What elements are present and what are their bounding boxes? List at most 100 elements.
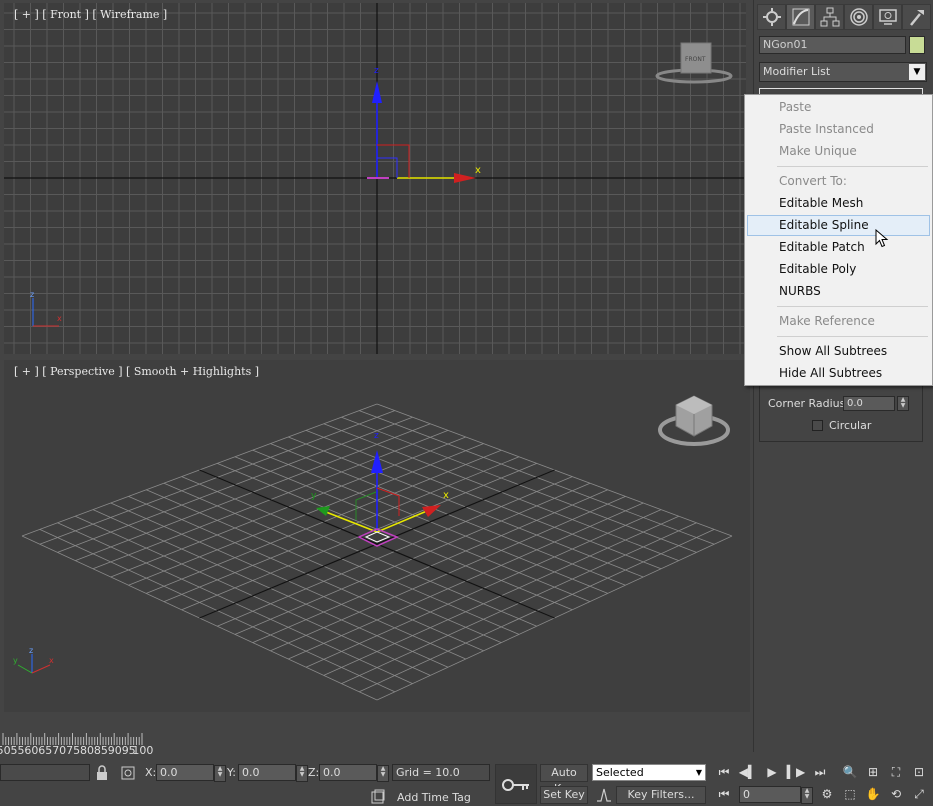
modifier-list-label: Modifier List (763, 65, 831, 78)
modify-tab[interactable] (786, 4, 815, 30)
menu-item-make-unique[interactable]: Make Unique (747, 141, 930, 162)
utilities-icon (909, 10, 924, 26)
timeline-tick-label: 65 (38, 744, 53, 757)
previous-frame-icon: ◀▍ (738, 765, 758, 779)
menu-separator (777, 166, 928, 167)
menu-item-editable-poly[interactable]: Editable Poly (747, 259, 930, 280)
modifier-list-dropdown[interactable]: Modifier List ▼ (759, 62, 927, 82)
menu-item-editable-patch[interactable]: Editable Patch (747, 237, 930, 258)
key-mode-icon: ⏮ (718, 786, 730, 801)
front-grid: x z z x FRONT (4, 3, 746, 354)
orbit-button[interactable]: ⟲ (886, 785, 906, 803)
parameters-rollout (759, 380, 923, 442)
next-frame-button[interactable]: ▍▶ (786, 763, 806, 781)
pan-button[interactable]: ✋ (863, 785, 883, 803)
command-panel-tabs (757, 4, 931, 30)
maximize-viewport-button[interactable]: ⤢ (909, 785, 929, 803)
menu-item-editable-spline[interactable]: Editable Spline (747, 215, 930, 236)
zoom-icon: 🔍 (842, 765, 858, 779)
hierarchy-tab[interactable] (815, 4, 844, 30)
orbit-icon: ⟲ (890, 787, 902, 801)
go-to-start-button[interactable]: ⏮ (714, 763, 734, 781)
absolute-mode-button[interactable] (118, 764, 138, 782)
auto-key-button[interactable]: Auto Key (540, 764, 588, 795)
menu-item-hide-all-subtrees[interactable]: Hide All Subtrees (747, 363, 930, 384)
x-coord-label: X: (145, 766, 157, 779)
zoom-region-button[interactable]: ⬚ (840, 785, 860, 803)
zoom-extents-all-button[interactable]: ⊡ (909, 763, 929, 781)
corner-radius-spinner[interactable]: ▲ ▼ (897, 396, 909, 411)
prompt-line (0, 764, 90, 781)
zoom-extents-icon: ⛶ (891, 764, 901, 779)
key-filters-button[interactable]: Key Filters... (616, 786, 706, 804)
timeline-tick-label: 70 (52, 744, 67, 757)
perspective-viewport[interactable]: x y z z y x [ + ] [ Perspective ] [ Smoo… (4, 360, 750, 712)
menu-item-make-reference[interactable]: Make Reference (747, 311, 930, 332)
grid-size-display: Grid = 10.0 (392, 764, 490, 781)
menu-separator (777, 306, 928, 307)
next-frame-icon: ▍▶ (786, 765, 806, 779)
motion-tab[interactable] (844, 4, 873, 30)
circular-checkbox[interactable] (812, 420, 823, 431)
viewcube-face-label: FRONT (685, 56, 706, 63)
zoom-all-button[interactable]: ⊞ (863, 763, 883, 781)
utilities-tab[interactable] (902, 4, 931, 30)
persp-gizmo-y-label: y (311, 491, 317, 501)
create-tab[interactable] (757, 4, 786, 30)
add-time-tag-label[interactable]: Add Time Tag (397, 791, 471, 804)
x-coord-spinner[interactable]: ▲ ▼ (214, 765, 226, 782)
menu-item-nurbs[interactable]: NURBS (747, 281, 930, 302)
key-mode-value: Selected (596, 766, 644, 779)
display-icon (878, 9, 897, 25)
set-key-big-button[interactable] (495, 764, 537, 804)
y-coord-label: Y: (227, 766, 236, 779)
time-tag-button[interactable] (368, 788, 388, 806)
lock-selection-button[interactable] (92, 764, 112, 782)
time-tag-icon (371, 789, 385, 804)
perspective-viewport-label[interactable]: [ + ] [ Perspective ] [ Smooth + Highlig… (14, 365, 259, 378)
timeline-tick-label: 60 (24, 744, 39, 757)
zoom-all-icon: ⊞ (867, 765, 879, 779)
menu-item-paste[interactable]: Paste (747, 97, 930, 118)
front-viewport-label[interactable]: [ + ] [ Front ] [ Wireframe ] (14, 8, 167, 21)
chevron-down-icon: ▼ (909, 64, 925, 80)
y-coord-field[interactable]: 0.0 (238, 764, 296, 781)
maximize-icon: ⤢ (914, 786, 924, 801)
menu-item-paste-instanced[interactable]: Paste Instanced (747, 119, 930, 140)
timeline-tick-label: 100 (132, 744, 154, 757)
display-tab[interactable] (873, 4, 902, 30)
object-name-field[interactable]: NGon01 (759, 36, 906, 54)
create-icon (762, 8, 781, 26)
menu-heading-convert-to: Convert To: (779, 174, 847, 188)
z-coord-label: Z: (308, 766, 320, 779)
z-coord-spinner[interactable]: ▲ ▼ (377, 765, 389, 782)
persp-gizmo-z-label: z (374, 431, 379, 441)
play-icon: ▶ (767, 765, 777, 779)
object-color-swatch[interactable] (909, 36, 925, 54)
current-frame-spinner[interactable]: ▲ ▼ (801, 787, 813, 804)
play-button[interactable]: ▶ (762, 763, 782, 781)
curve-button[interactable] (594, 786, 614, 804)
x-coord-field[interactable]: 0.0 (156, 764, 214, 781)
corner-radius-input[interactable]: 0.0 (843, 396, 895, 411)
menu-separator (777, 336, 928, 337)
current-frame-field[interactable]: 0 (739, 786, 801, 803)
persp-gizmo-x-label: x (443, 490, 449, 501)
z-coord-field[interactable]: 0.0 (319, 764, 377, 781)
menu-item-editable-mesh[interactable]: Editable Mesh (747, 193, 930, 214)
set-key-button[interactable]: Set Key (540, 786, 588, 804)
key-mode-select[interactable]: Selected ▼ (592, 764, 706, 781)
svg-text:x: x (57, 314, 62, 323)
front-viewport[interactable]: x z z x FRONT [ + ] [ Front ] [ Wirefram… (4, 3, 746, 354)
zoom-extents-button[interactable]: ⛶ (886, 763, 906, 781)
time-config-button[interactable]: ⚙ (817, 785, 837, 803)
previous-frame-button[interactable]: ◀▍ (738, 763, 758, 781)
zoom-button[interactable]: 🔍 (840, 763, 860, 781)
menu-item-show-all-subtrees[interactable]: Show All Subtrees (747, 341, 930, 362)
key-mode-toggle-button[interactable]: ⏮ (714, 785, 734, 803)
circular-label: Circular (829, 419, 872, 432)
timeline-ruler[interactable]: 50 55 60 65 70 75 80 85 90 95 100 (0, 733, 706, 759)
y-coord-spinner[interactable]: ▲ ▼ (296, 765, 308, 782)
svg-text:y: y (13, 656, 18, 665)
go-to-end-button[interactable]: ⏭ (810, 763, 830, 781)
